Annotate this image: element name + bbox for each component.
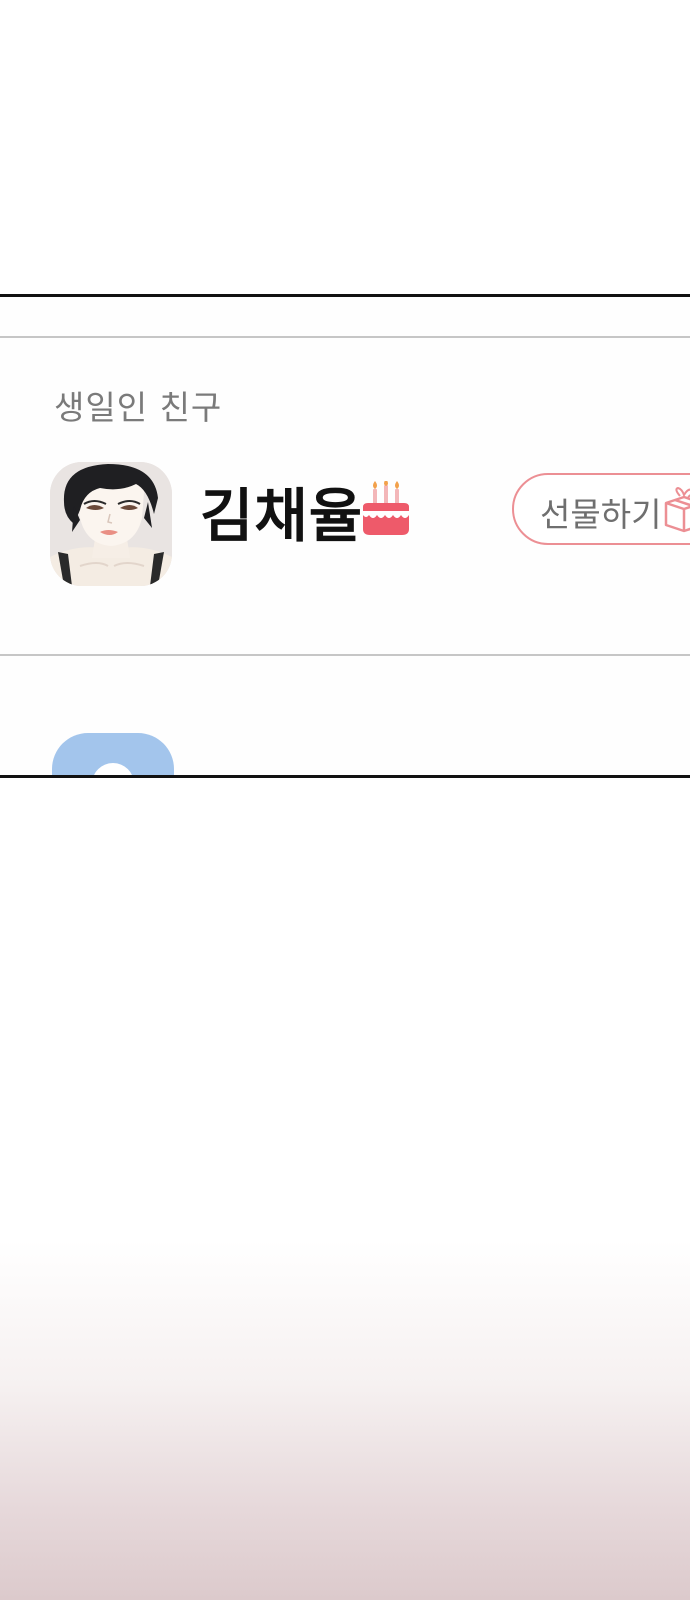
avatar-illustration (50, 462, 172, 586)
gift-button-label: 선물하기 (540, 495, 662, 534)
person-icon (92, 763, 134, 775)
friend-name: 김채율 (200, 482, 364, 550)
gift-box-icon (662, 486, 690, 533)
send-gift-button[interactable]: 선물하기 (512, 473, 690, 545)
section-title: 생일인 친구 (54, 388, 223, 427)
friend-avatar[interactable] (50, 462, 172, 586)
birthday-cake-icon (360, 479, 412, 537)
bottom-fade (0, 1240, 690, 1600)
top-divider (0, 336, 690, 338)
bottom-divider (0, 654, 690, 656)
birthday-friends-panel: 생일인 친구 김채율 선물하기 (0, 294, 690, 778)
next-friend-avatar[interactable] (52, 733, 174, 775)
